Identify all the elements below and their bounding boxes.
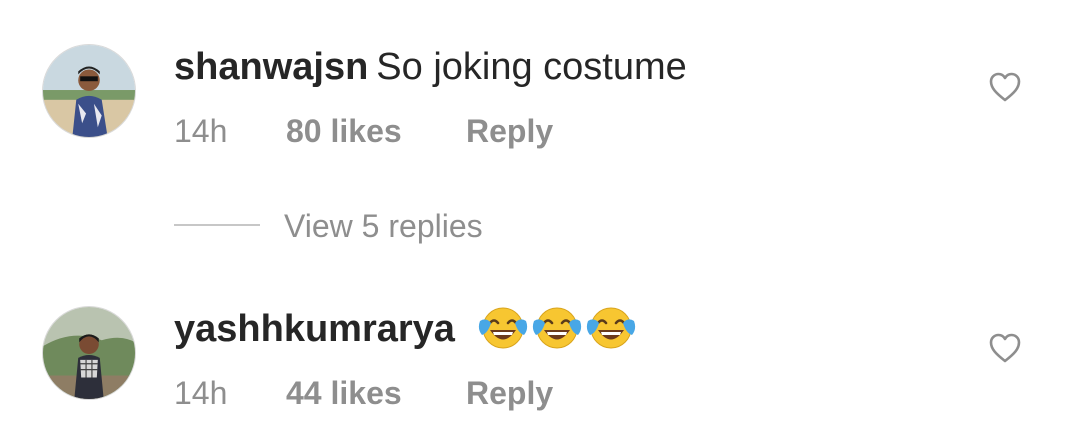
heart-outline-icon[interactable]: [988, 332, 1022, 364]
avatar-photo-icon: [43, 307, 135, 399]
tears-of-joy-emoji-icon: [586, 305, 636, 351]
comment-meta: 14h 44 likes Reply: [174, 371, 553, 415]
comment-time: 14h: [174, 113, 228, 149]
comment-likes[interactable]: 80 likes: [286, 109, 466, 153]
view-replies-divider: [174, 224, 260, 226]
comment-time: 14h: [174, 375, 228, 411]
comment-line: yashhkumrarya: [174, 304, 636, 354]
emoji-group: [478, 305, 636, 351]
comment-meta: 14h 80 likes Reply: [174, 109, 553, 153]
comment-likes[interactable]: 44 likes: [286, 371, 466, 415]
tears-of-joy-emoji-icon: [478, 305, 528, 351]
view-replies-label[interactable]: View 5 replies: [284, 206, 483, 246]
comment-username[interactable]: shanwajsn: [174, 46, 368, 88]
reply-button[interactable]: Reply: [466, 109, 553, 153]
user-avatar[interactable]: [42, 44, 136, 138]
comment-text: So joking costume: [376, 46, 687, 88]
comment-line: shanwajsn So joking costume: [174, 42, 687, 92]
reply-button[interactable]: Reply: [466, 371, 553, 415]
tears-of-joy-emoji-icon: [532, 305, 582, 351]
comment-username[interactable]: yashhkumrarya: [174, 308, 455, 350]
heart-outline-icon[interactable]: [988, 71, 1022, 103]
user-avatar[interactable]: [42, 306, 136, 400]
avatar-photo-icon: [43, 45, 135, 137]
